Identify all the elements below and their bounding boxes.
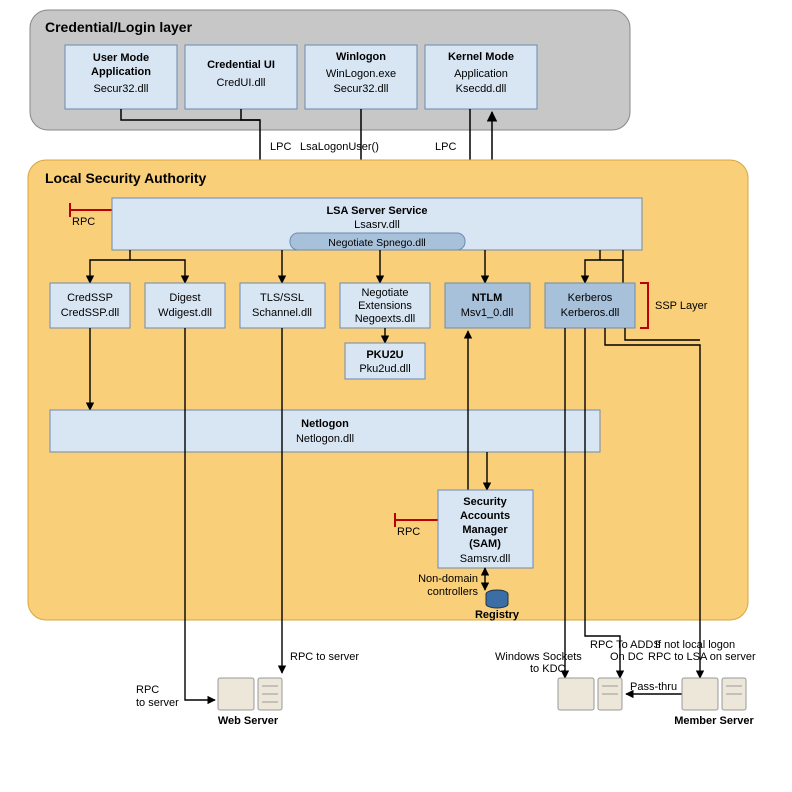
box-ntlm: NTLM Msv1_0.dll — [445, 283, 530, 328]
nondc2: controllers — [427, 586, 478, 598]
cred-ui-title: Credential UI — [207, 59, 275, 71]
rpc-server2b: to server — [136, 697, 179, 709]
netlogon-s: Netlogon.dll — [296, 433, 354, 445]
box-credssp: CredSSP CredSSP.dll — [50, 283, 130, 328]
box-sam: Security Accounts Manager (SAM) Samsrv.d… — [438, 490, 533, 568]
ntlm-t: NTLM — [472, 292, 503, 304]
lsa-panel: Local Security Authority RPC LSA Server … — [28, 160, 748, 621]
winsock2: to KDC — [530, 663, 566, 675]
box-kernel-mode: Kernel Mode Application Ksecdd.dll — [425, 45, 537, 109]
winlogon-sub2: Secur32.dll — [333, 83, 388, 95]
pku2u-t: PKU2U — [366, 349, 403, 361]
box-digest: Digest Wdigest.dll — [145, 283, 225, 328]
negotiate-pill: Negotiate Spnego.dll — [328, 237, 426, 249]
box-kerberos: Kerberos Kerberos.dll — [545, 283, 635, 328]
user-mode-title2: Application — [91, 66, 151, 78]
rpc-adds2: On DC — [610, 651, 644, 663]
member-server-icon — [682, 678, 746, 710]
winsock1: Windows Sockets — [495, 651, 582, 663]
label-rpc2: RPC — [397, 526, 420, 538]
kerberos-s: Kerberos.dll — [561, 307, 620, 319]
ifnot1: If not local logon — [655, 639, 735, 651]
kerberos-t: Kerberos — [568, 292, 613, 304]
box-tls: TLS/SSL Schannel.dll — [240, 283, 325, 328]
label-lsalogon: LsaLogonUser() — [300, 141, 379, 153]
registry-icon — [486, 590, 508, 608]
kernel-sub2: Ksecdd.dll — [456, 83, 507, 95]
digest-t: Digest — [169, 292, 200, 304]
tls-t: TLS/SSL — [260, 292, 304, 304]
sam-t4: (SAM) — [469, 538, 501, 550]
negoext-t: Negotiate — [361, 287, 408, 299]
label-lpc2: LPC — [435, 141, 456, 153]
box-cred-ui: Credential UI CredUI.dll — [185, 45, 297, 109]
negoext-s: Negoexts.dll — [355, 313, 416, 325]
box-netlogon: Netlogon Netlogon.dll — [50, 410, 600, 452]
netlogon-t: Netlogon — [301, 418, 349, 430]
label-rpc1: RPC — [72, 216, 95, 228]
registry-label: Registry — [475, 609, 520, 621]
user-mode-title: User Mode — [93, 52, 149, 64]
kernel-sub1: Application — [454, 68, 508, 80]
box-user-mode: User Mode Application Secur32.dll — [65, 45, 177, 109]
winlogon-sub1: WinLogon.exe — [326, 68, 396, 80]
sam-s: Samsrv.dll — [460, 553, 511, 565]
lsa-server-sub: Lsasrv.dll — [354, 219, 400, 231]
nondc1: Non-domain — [418, 573, 478, 585]
box-lsa-server: LSA Server Service Lsasrv.dll Negotiate … — [112, 198, 642, 250]
pku2u-s: Pku2ud.dll — [359, 363, 410, 375]
rpc-server-label: RPC to server — [290, 651, 359, 663]
credential-layer-title: Credential/Login layer — [45, 19, 193, 35]
credssp-t: CredSSP — [67, 292, 113, 304]
member-server-label: Member Server — [674, 715, 754, 727]
negoext-t2: Extensions — [358, 300, 412, 312]
box-negoext: Negotiate Extensions Negoexts.dll — [340, 283, 430, 328]
label-lpc1: LPC — [270, 141, 291, 153]
sam-t2: Accounts — [460, 510, 510, 522]
ntlm-s: Msv1_0.dll — [461, 307, 514, 319]
box-winlogon: Winlogon WinLogon.exe Secur32.dll — [305, 45, 417, 109]
ssp-layer-label: SSP Layer — [655, 300, 708, 312]
dc-server-icon — [558, 678, 622, 710]
credssp-s: CredSSP.dll — [61, 307, 120, 319]
rpc-server2a: RPC — [136, 684, 159, 696]
rpc-adds1: RPC To ADDS — [590, 639, 661, 651]
winlogon-title: Winlogon — [336, 51, 386, 63]
kernel-title: Kernel Mode — [448, 51, 514, 63]
lsa-server-title: LSA Server Service — [326, 205, 427, 217]
tls-s: Schannel.dll — [252, 307, 312, 319]
passthru-label: Pass-thru — [630, 681, 677, 693]
web-server-icon — [218, 678, 282, 710]
web-server-label: Web Server — [218, 715, 279, 727]
box-pku2u: PKU2U Pku2ud.dll — [345, 343, 425, 379]
credential-layer-panel: Credential/Login layer User Mode Applica… — [30, 10, 630, 130]
user-mode-sub: Secur32.dll — [93, 83, 148, 95]
cred-ui-sub: CredUI.dll — [217, 77, 266, 89]
ifnot2: RPC to LSA on server — [648, 651, 756, 663]
lsa-title: Local Security Authority — [45, 170, 207, 186]
sam-t3: Manager — [462, 524, 508, 536]
digest-s: Wdigest.dll — [158, 307, 212, 319]
sam-t: Security — [463, 496, 507, 508]
